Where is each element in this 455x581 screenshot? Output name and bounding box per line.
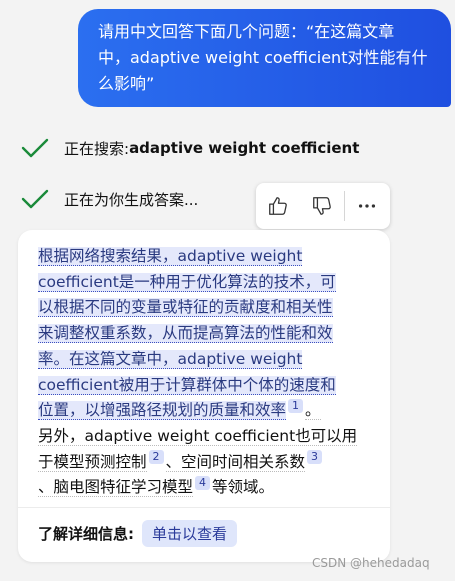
citation-badge[interactable]: 4 xyxy=(195,476,211,491)
answer-text-fragment: 另外，adaptive weight coefficient也可以用 xyxy=(38,426,358,446)
answer-highlight-line[interactable]: 率。在这篇文章中，adaptive weight xyxy=(38,349,303,369)
citation-badge[interactable]: 1 xyxy=(288,399,304,414)
search-query: adaptive weight coefficient xyxy=(129,139,360,157)
learn-more-row: 了解详细信息: 单击以查看 xyxy=(38,520,238,547)
searching-label: 正在搜索: xyxy=(64,139,130,158)
answer-text-fragment: 等领域。 xyxy=(212,478,275,497)
citation-badge[interactable]: 2 xyxy=(148,450,164,465)
user-message-bubble: 请用中文回答下面几个问题：“在这篇文章 中，adaptive weight co… xyxy=(78,9,451,107)
more-icon xyxy=(358,204,376,208)
dislike-button[interactable] xyxy=(300,183,344,229)
answer-highlight-line[interactable]: 以根据不同的变量或特征的贡献度和相关性 xyxy=(38,298,333,318)
citation-badge[interactable]: 3 xyxy=(307,450,323,465)
user-message-line: 中，adaptive weight coefficient对性能有什 xyxy=(98,48,428,67)
answer-highlight-line[interactable]: 来调整权重系数，从而提高算法的性能和效 xyxy=(38,324,333,344)
user-message-line: 请用中文回答下面几个问题：“在这篇文章 xyxy=(98,22,395,41)
view-sources-button[interactable]: 单击以查看 xyxy=(142,520,238,547)
card-divider xyxy=(18,507,390,508)
answer-card: 根据网络搜索结果，adaptive weight coefficient是一种用… xyxy=(18,230,390,562)
learn-more-label: 了解详细信息: xyxy=(38,525,134,543)
like-button[interactable] xyxy=(256,183,300,229)
answer-highlight-line[interactable]: 根据网络搜索结果，adaptive weight xyxy=(38,247,303,266)
generating-label: 正在为你生成答案... xyxy=(64,190,199,209)
watermark: CSDN @hehedadaq xyxy=(312,556,430,570)
user-message-line: 么影响” xyxy=(98,74,155,93)
answer-highlight-line[interactable]: coefficient是一种用于优化算法的技术，可 xyxy=(38,272,336,292)
answer-highlight-line[interactable]: coefficient被用于计算群体中个体的速度和 xyxy=(38,375,336,395)
answer-highlight-line[interactable]: 位置，以增强路径规划的质量和效率 xyxy=(38,401,287,421)
answer-text-fragment: 。 xyxy=(305,401,321,421)
checkmark-icon xyxy=(21,138,49,158)
answer-text: 根据网络搜索结果，adaptive weight coefficient是一种用… xyxy=(38,244,374,501)
thumbs-down-icon xyxy=(313,197,331,215)
answer-text-fragment: 于模型预测控制 xyxy=(38,452,147,472)
generating-status: 正在为你生成答案... xyxy=(20,188,198,210)
answer-text-fragment: 、脑电图特征学习模型 xyxy=(38,478,194,498)
more-options-button[interactable] xyxy=(345,183,389,229)
feedback-toolbar xyxy=(256,183,390,229)
searching-status: 正在搜索: adaptive weight coefficient xyxy=(20,137,359,159)
thumbs-up-icon xyxy=(269,197,287,215)
checkmark-icon xyxy=(21,189,49,209)
answer-text-fragment: 、空间时间相关系数 xyxy=(165,452,306,472)
